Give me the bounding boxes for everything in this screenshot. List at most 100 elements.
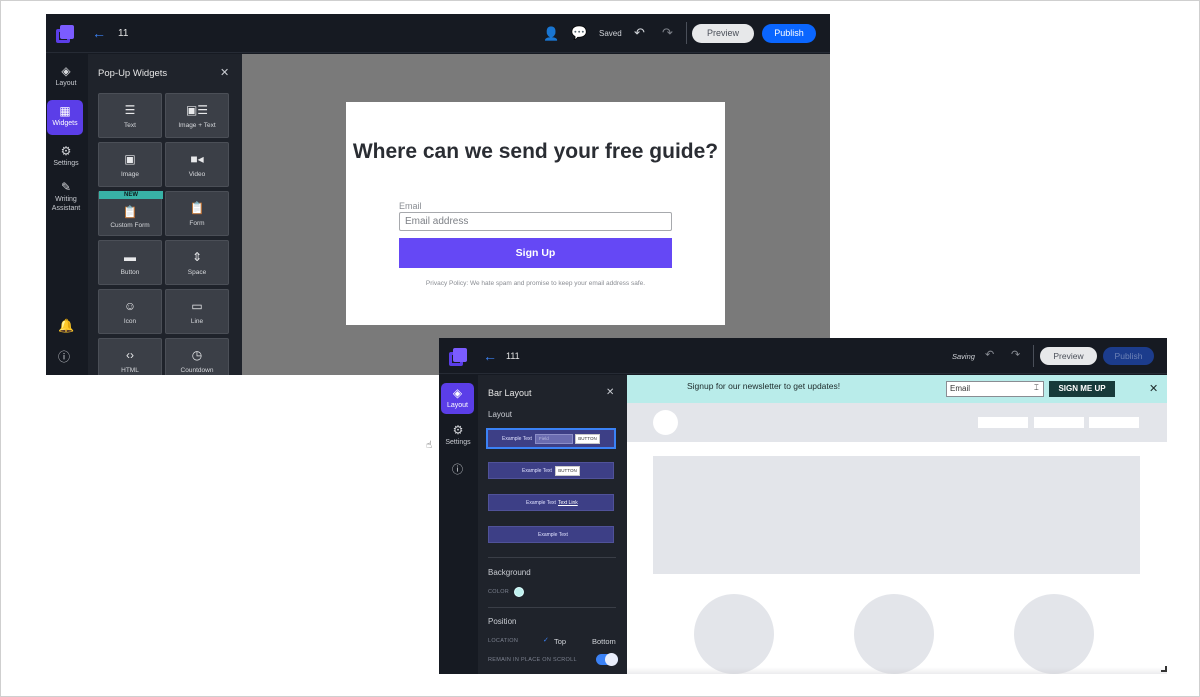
location-top-option[interactable]: Top [554, 637, 566, 646]
help-icon[interactable]: ⓘ [452, 461, 463, 477]
resize-corner-icon[interactable] [1161, 666, 1167, 672]
video-icon: ■◂ [190, 152, 204, 166]
gear-icon: ⚙ [60, 144, 72, 158]
placeholder-header [627, 403, 1167, 442]
nav-writing-assistant[interactable]: ✎ Writing Assistant [46, 181, 86, 221]
image-icon: ▣ [124, 152, 136, 166]
document-title[interactable]: 11 [118, 28, 128, 39]
undo-icon[interactable]: ↶ [634, 25, 645, 41]
text-icon: ☰ [124, 103, 136, 117]
location-bottom-option[interactable]: Bottom [592, 637, 616, 646]
layout-section-label: Layout [488, 410, 513, 419]
button-icon: ▬ [124, 250, 136, 264]
placeholder-nav-item [978, 417, 1028, 428]
email-input[interactable]: Email address [399, 212, 672, 231]
add-user-icon[interactable]: 👤 [543, 26, 559, 42]
placeholder-logo [653, 410, 678, 435]
redo-icon[interactable]: ↷ [1011, 348, 1020, 361]
widget-image-text[interactable]: ▣☰ Image + Text [165, 93, 229, 138]
nav-layout[interactable]: ◈ Layout [47, 64, 85, 96]
top-bar: ← 111 Saving ↶ ↷ Preview Publish [439, 338, 1167, 374]
back-arrow-icon[interactable]: ← [92, 25, 106, 41]
layout-option-link[interactable]: Example Text Text Link [488, 494, 614, 511]
layout-option-button[interactable]: Example Text BUTTON [488, 462, 614, 479]
popup-headline[interactable]: Where can we send your free guide? [346, 140, 725, 164]
magic-wand-icon: ✎ [60, 180, 72, 194]
comment-icon[interactable]: 💬 [571, 25, 587, 41]
popup-editor-window: ← 11 👤 💬 Saved ↶ ↷ Preview Publish ◈ Lay… [46, 14, 830, 375]
publish-button[interactable]: Publish [1103, 347, 1154, 365]
save-status: Saving [952, 352, 975, 361]
newsletter-bar[interactable]: Signup for our newsletter to get updates… [627, 375, 1167, 403]
divider [488, 557, 616, 558]
placeholder-circle [694, 594, 774, 674]
text-cursor-icon: ⌶ [1034, 383, 1039, 392]
bar-editor-window: ← 111 Saving ↶ ↷ Preview Publish ◈ Layou… [439, 338, 1167, 674]
nav-settings[interactable]: ⚙ Settings [47, 144, 85, 176]
clipboard-icon: 📋 [122, 205, 138, 219]
close-icon[interactable]: ✕ [220, 66, 229, 79]
preview-button[interactable]: Preview [1040, 347, 1097, 365]
widget-line[interactable]: ▭ Line [165, 289, 229, 334]
sign-me-up-button[interactable]: SIGN ME UP [1049, 381, 1115, 397]
position-section-label: Position [488, 617, 517, 626]
widget-form[interactable]: 📋 Form [165, 191, 229, 236]
nav-layout[interactable]: ◈ Layout [441, 383, 474, 414]
nav-label: Layout [446, 402, 469, 409]
back-arrow-icon[interactable]: ← [483, 348, 497, 364]
remain-in-place-toggle[interactable] [596, 653, 618, 666]
widget-video[interactable]: ■◂ Video [165, 142, 229, 187]
nav-label: Settings [445, 439, 471, 446]
widget-html[interactable]: ‹› HTML [98, 338, 162, 375]
email-label: Email [399, 201, 422, 211]
widget-button[interactable]: ▬ Button [98, 240, 162, 285]
nav-settings[interactable]: ⚙ Settings [440, 423, 476, 453]
space-icon: ⇕ [191, 250, 203, 264]
placeholder-hero [653, 456, 1140, 574]
gear-icon: ⚙ [452, 423, 464, 437]
close-icon[interactable]: ✕ [1149, 382, 1158, 395]
undo-icon[interactable]: ↶ [985, 348, 994, 361]
document-title[interactable]: 111 [506, 351, 520, 361]
publish-button[interactable]: Publish [762, 24, 816, 43]
form-icon: 📋 [189, 201, 205, 215]
placeholder-circle [854, 594, 934, 674]
preview-button[interactable]: Preview [692, 24, 754, 43]
app-logo-icon[interactable] [56, 25, 74, 43]
app-logo-icon[interactable] [449, 348, 467, 366]
sign-up-button[interactable]: Sign Up [399, 238, 672, 268]
nav-label: Settings [53, 160, 79, 167]
help-icon[interactable]: ⓘ [58, 348, 70, 365]
widget-custom-form[interactable]: NEW 📋 Custom Form [98, 191, 163, 236]
layout-option-text[interactable]: Example Text [488, 526, 614, 543]
layers-icon: ◈ [61, 64, 71, 78]
widget-image[interactable]: ▣ Image [98, 142, 162, 187]
redo-icon[interactable]: ↷ [662, 25, 673, 41]
widgets-panel: Pop-Up Widgets ✕ ☰ Text ▣☰ Image + Text ▣ I… [88, 54, 242, 375]
color-label: COLOR [488, 589, 510, 595]
bar-message[interactable]: Signup for our newsletter to get updates… [687, 381, 840, 391]
scroll-shadow [627, 667, 1167, 674]
widget-space[interactable]: ⇕ Space [165, 240, 229, 285]
bar-email-input[interactable]: Email [946, 381, 1044, 397]
remain-in-place-label: REMAIN IN PLACE ON SCROLL [488, 657, 577, 663]
popup-preview[interactable]: Where can we send your free guide? Email… [346, 102, 725, 325]
widget-countdown[interactable]: ◷ Countdown [165, 338, 229, 375]
layout-option-field-button[interactable]: Example Text Field BUTTON [486, 428, 616, 449]
top-bar: ← 11 👤 💬 Saved ↶ ↷ Preview Publish [46, 14, 830, 53]
bell-icon[interactable]: 🔔 [58, 318, 74, 334]
location-label: LOCATION [488, 638, 519, 644]
nav-label: Writing Assistant [51, 196, 81, 212]
widgets-icon: ▦ [59, 104, 71, 118]
code-icon: ‹› [126, 348, 134, 362]
close-icon[interactable]: ✕ [606, 387, 614, 398]
panel-title: Pop-Up Widgets [98, 68, 168, 79]
check-icon: ✓ [543, 637, 549, 644]
divider [1033, 345, 1034, 367]
left-nav: ◈ Layout ▦ Widgets ⚙ Settings ✎ Writing … [46, 54, 88, 375]
image-text-icon: ▣☰ [185, 103, 209, 117]
widget-icon[interactable]: ☺ Icon [98, 289, 162, 334]
nav-widgets[interactable]: ▦ Widgets [47, 100, 83, 135]
widget-text[interactable]: ☰ Text [98, 93, 162, 138]
background-color-swatch[interactable] [514, 587, 524, 597]
